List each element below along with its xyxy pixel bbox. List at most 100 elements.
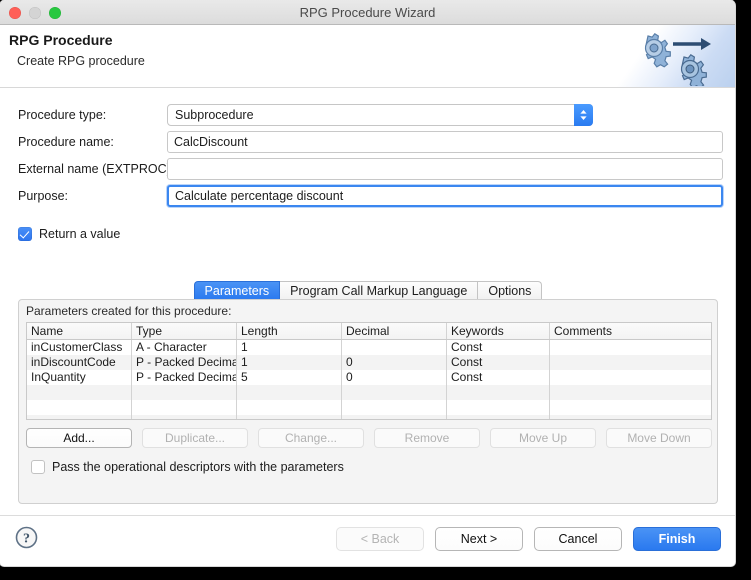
cell-keywords: Const	[447, 370, 550, 385]
table-row[interactable]: inDiscountCode P - Packed Decimal 1 0 Co…	[27, 355, 711, 370]
cell-comments	[550, 415, 711, 419]
table-row[interactable]: inCustomerClass A - Character 1 Const	[27, 340, 711, 355]
change-button[interactable]: Change...	[258, 428, 364, 448]
procedure-type-label: Procedure type:	[18, 108, 107, 122]
cell-length: 1	[237, 340, 342, 355]
cell-comments	[550, 370, 711, 385]
table-row[interactable]	[27, 385, 711, 400]
tab-parameters[interactable]: Parameters	[193, 281, 281, 300]
column-header-decimal[interactable]: Decimal	[342, 323, 447, 339]
cell-type: A - Character	[132, 340, 237, 355]
add-button[interactable]: Add...	[26, 428, 132, 448]
finish-button[interactable]: Finish	[633, 527, 721, 551]
cell-decimal	[342, 400, 447, 415]
move-up-button[interactable]: Move Up	[490, 428, 596, 448]
tab-options[interactable]: Options	[478, 281, 543, 300]
window-title: RPG Procedure Wizard	[299, 5, 436, 20]
duplicate-button[interactable]: Duplicate...	[142, 428, 248, 448]
back-button[interactable]: < Back	[336, 527, 424, 551]
operational-descriptors-label: Pass the operational descriptors with th…	[52, 460, 344, 474]
return-a-value-checkbox[interactable]: Return a value	[18, 227, 120, 241]
table-row[interactable]: InQuantity P - Packed Decimal 5 0 Const	[27, 370, 711, 385]
chevron-updown-icon[interactable]	[574, 104, 593, 126]
column-header-comments[interactable]: Comments	[550, 323, 711, 339]
cancel-button[interactable]: Cancel	[534, 527, 622, 551]
cell-keywords: Const	[447, 340, 550, 355]
cell-comments	[550, 385, 711, 400]
external-name-label: External name (EXTPROC):	[18, 162, 175, 176]
cell-length: 5	[237, 370, 342, 385]
cell-length: 1	[237, 355, 342, 370]
cell-name: inDiscountCode	[27, 355, 132, 370]
purpose-input[interactable]	[167, 185, 723, 207]
cell-type: P - Packed Decimal	[132, 370, 237, 385]
table-row[interactable]	[27, 415, 711, 419]
wizard-window: RPG Procedure Wizard RPG Procedure Creat…	[0, 0, 735, 566]
table-row[interactable]	[27, 400, 711, 415]
purpose-label: Purpose:	[18, 189, 69, 203]
cell-length	[237, 415, 342, 419]
external-name-row: External name (EXTPROC):	[0, 158, 735, 180]
footer-buttons: < Back Next > Cancel Finish	[336, 527, 721, 551]
title-bar: RPG Procedure Wizard	[0, 0, 735, 25]
cell-decimal: 0	[342, 370, 447, 385]
procedure-type-value: Subprocedure	[175, 108, 254, 122]
checkbox-unchecked-icon[interactable]	[31, 460, 45, 474]
parameters-caption: Parameters created for this procedure:	[26, 304, 232, 318]
cell-comments	[550, 400, 711, 415]
column-header-length[interactable]: Length	[237, 323, 342, 339]
cell-type	[132, 385, 237, 400]
procedure-form: Procedure type: Subprocedure Procedure n…	[0, 88, 735, 264]
cell-comments	[550, 355, 711, 370]
tab-strip: Parameters Program Call Markup Language …	[18, 281, 718, 300]
cell-type: P - Packed Decimal	[132, 355, 237, 370]
external-name-input[interactable]	[167, 158, 723, 180]
wizard-footer: ? < Back Next > Cancel Finish	[0, 515, 735, 566]
gears-arrow-icon	[644, 33, 711, 86]
table-header-row: Name Type Length Decimal Keywords Commen…	[27, 323, 711, 340]
wizard-banner: RPG Procedure Create RPG procedure	[0, 25, 735, 88]
cell-name: InQuantity	[27, 370, 132, 385]
parameters-tabs-area: Parameters Program Call Markup Language …	[18, 281, 718, 504]
cell-keywords	[447, 415, 550, 419]
parameter-actions: Add... Duplicate... Change... Remove Mov…	[26, 428, 712, 448]
procedure-name-row: Procedure name:	[0, 131, 735, 153]
cell-length	[237, 400, 342, 415]
cell-decimal	[342, 385, 447, 400]
page-subtitle: Create RPG procedure	[17, 54, 145, 68]
cell-type	[132, 400, 237, 415]
cell-name	[27, 400, 132, 415]
procedure-type-select[interactable]: Subprocedure	[167, 104, 593, 126]
checkbox-checked-icon[interactable]	[18, 227, 32, 241]
move-down-button[interactable]: Move Down	[606, 428, 712, 448]
cell-name	[27, 385, 132, 400]
cell-decimal: 0	[342, 355, 447, 370]
help-question-icon[interactable]: ?	[15, 526, 38, 554]
procedure-name-input[interactable]	[167, 131, 723, 153]
remove-button[interactable]: Remove	[374, 428, 480, 448]
column-header-name[interactable]: Name	[27, 323, 132, 339]
cell-keywords	[447, 400, 550, 415]
next-button[interactable]: Next >	[435, 527, 523, 551]
cell-decimal	[342, 340, 447, 355]
cell-type	[132, 415, 237, 419]
parameters-table[interactable]: Name Type Length Decimal Keywords Commen…	[26, 322, 712, 420]
cell-keywords: Const	[447, 355, 550, 370]
cell-name: inCustomerClass	[27, 340, 132, 355]
operational-descriptors-checkbox[interactable]: Pass the operational descriptors with th…	[31, 460, 344, 474]
cell-comments	[550, 340, 711, 355]
cell-length	[237, 385, 342, 400]
procedure-name-label: Procedure name:	[18, 135, 114, 149]
return-a-value-label: Return a value	[39, 227, 121, 241]
cell-decimal	[342, 415, 447, 419]
procedure-type-row: Procedure type: Subprocedure	[0, 104, 735, 126]
svg-text:?: ?	[23, 531, 30, 546]
banner-artwork	[613, 25, 735, 87]
parameters-panel: Parameters created for this procedure: N…	[18, 299, 718, 504]
cell-name	[27, 415, 132, 419]
column-header-type[interactable]: Type	[132, 323, 237, 339]
cell-keywords	[447, 385, 550, 400]
tab-program-call-markup-language[interactable]: Program Call Markup Language	[280, 281, 479, 300]
column-header-keywords[interactable]: Keywords	[447, 323, 550, 339]
purpose-row: Purpose:	[0, 185, 735, 207]
